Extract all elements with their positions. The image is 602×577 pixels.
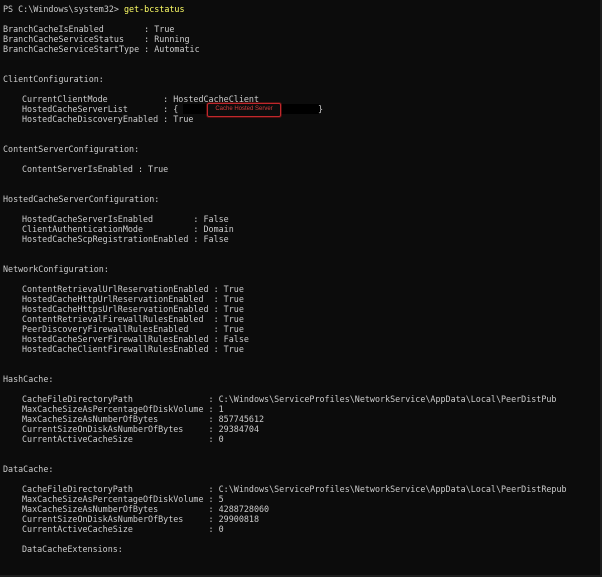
prompt-text: PS C:\Windows\system32>: [3, 4, 125, 14]
output-line: CacheFileDirectoryPath : C:\Windows\Serv…: [22, 394, 557, 404]
output-line: MaxCacheSizeAsNumberOfBytes : 4288728060: [22, 504, 270, 514]
output-line: MaxCacheSizeAsPercentageOfDiskVolume : 1: [22, 404, 224, 414]
output-line: HostedCacheDiscoveryEnabled : True: [22, 114, 194, 124]
output-line: MaxCacheSizeAsPercentageOfDiskVolume : 5: [22, 494, 224, 504]
output-line: CacheFileDirectoryPath : C:\Windows\Serv…: [22, 484, 567, 494]
output-line: HostedCacheServerList : {: [22, 104, 178, 114]
section-header-data-cache: DataCache:: [3, 464, 54, 474]
output-line: ClientAuthenticationMode : Domain: [22, 224, 234, 234]
annotation-label-cache-hosted-server: Cache Hosted Server: [207, 103, 281, 117]
output-line: HostedCacheServerIsEnabled : False: [22, 214, 229, 224]
output-line: ContentRetrievalUrlReservationEnabled : …: [22, 284, 244, 294]
output-line: MaxCacheSizeAsNumberOfBytes : 857745612: [22, 414, 265, 424]
output-line: CurrentActiveCacheSize : 0: [22, 434, 224, 444]
output-line: HostedCacheServerFirewallRulesEnabled : …: [22, 334, 249, 344]
output-line: ContentServerIsEnabled : True: [22, 164, 169, 174]
hosted-cache-server-list-label: HostedCacheServerList : {: [22, 104, 179, 114]
output-line: ContentRetrievalFirewallRulesEnabled : T…: [22, 314, 244, 324]
section-header-data-cache-extensions: DataCacheExtensions:: [22, 544, 123, 554]
section-header-network-configuration: NetworkConfiguration:: [3, 264, 109, 274]
powershell-terminal[interactable]: PS C:\Windows\system32> get-bcstatus Bra…: [0, 0, 602, 577]
section-header-hosted-cache-server-configuration: HostedCacheServerConfiguration:: [3, 194, 160, 204]
output-line: BranchCacheIsEnabled : True: [3, 24, 175, 34]
output-line: CurrentSizeOnDiskAsNumberOfBytes : 29384…: [22, 424, 259, 434]
output-line: HostedCacheHttpUrlReservationEnabled : T…: [22, 294, 244, 304]
prompt-line: PS C:\Windows\system32> get-bcstatus: [3, 4, 185, 14]
output-line: CurrentSizeOnDiskAsNumberOfBytes : 29900…: [22, 514, 259, 524]
output-line: HostedCacheClientFirewallRulesEnabled : …: [22, 344, 244, 354]
output-line: BranchCacheServiceStartType : Automatic: [3, 44, 200, 54]
output-line: BranchCacheServiceStatus : Running: [3, 34, 190, 44]
closing-brace: }: [318, 104, 324, 114]
output-line: PeerDiscoveryFirewallRulesEnabled : True: [22, 324, 244, 334]
output-line: HostedCacheScpRegistrationEnabled : Fals…: [22, 234, 229, 244]
section-header-client-configuration: ClientConfiguration:: [3, 74, 104, 84]
output-line: HostedCacheHttpsUrlReservationEnabled : …: [22, 304, 244, 314]
section-header-hash-cache: HashCache:: [3, 374, 54, 384]
section-header-content-server-configuration: ContentServerConfiguration:: [3, 144, 140, 154]
command-text: get-bcstatus: [124, 4, 185, 14]
output-line: CurrentActiveCacheSize : 0: [22, 524, 224, 534]
